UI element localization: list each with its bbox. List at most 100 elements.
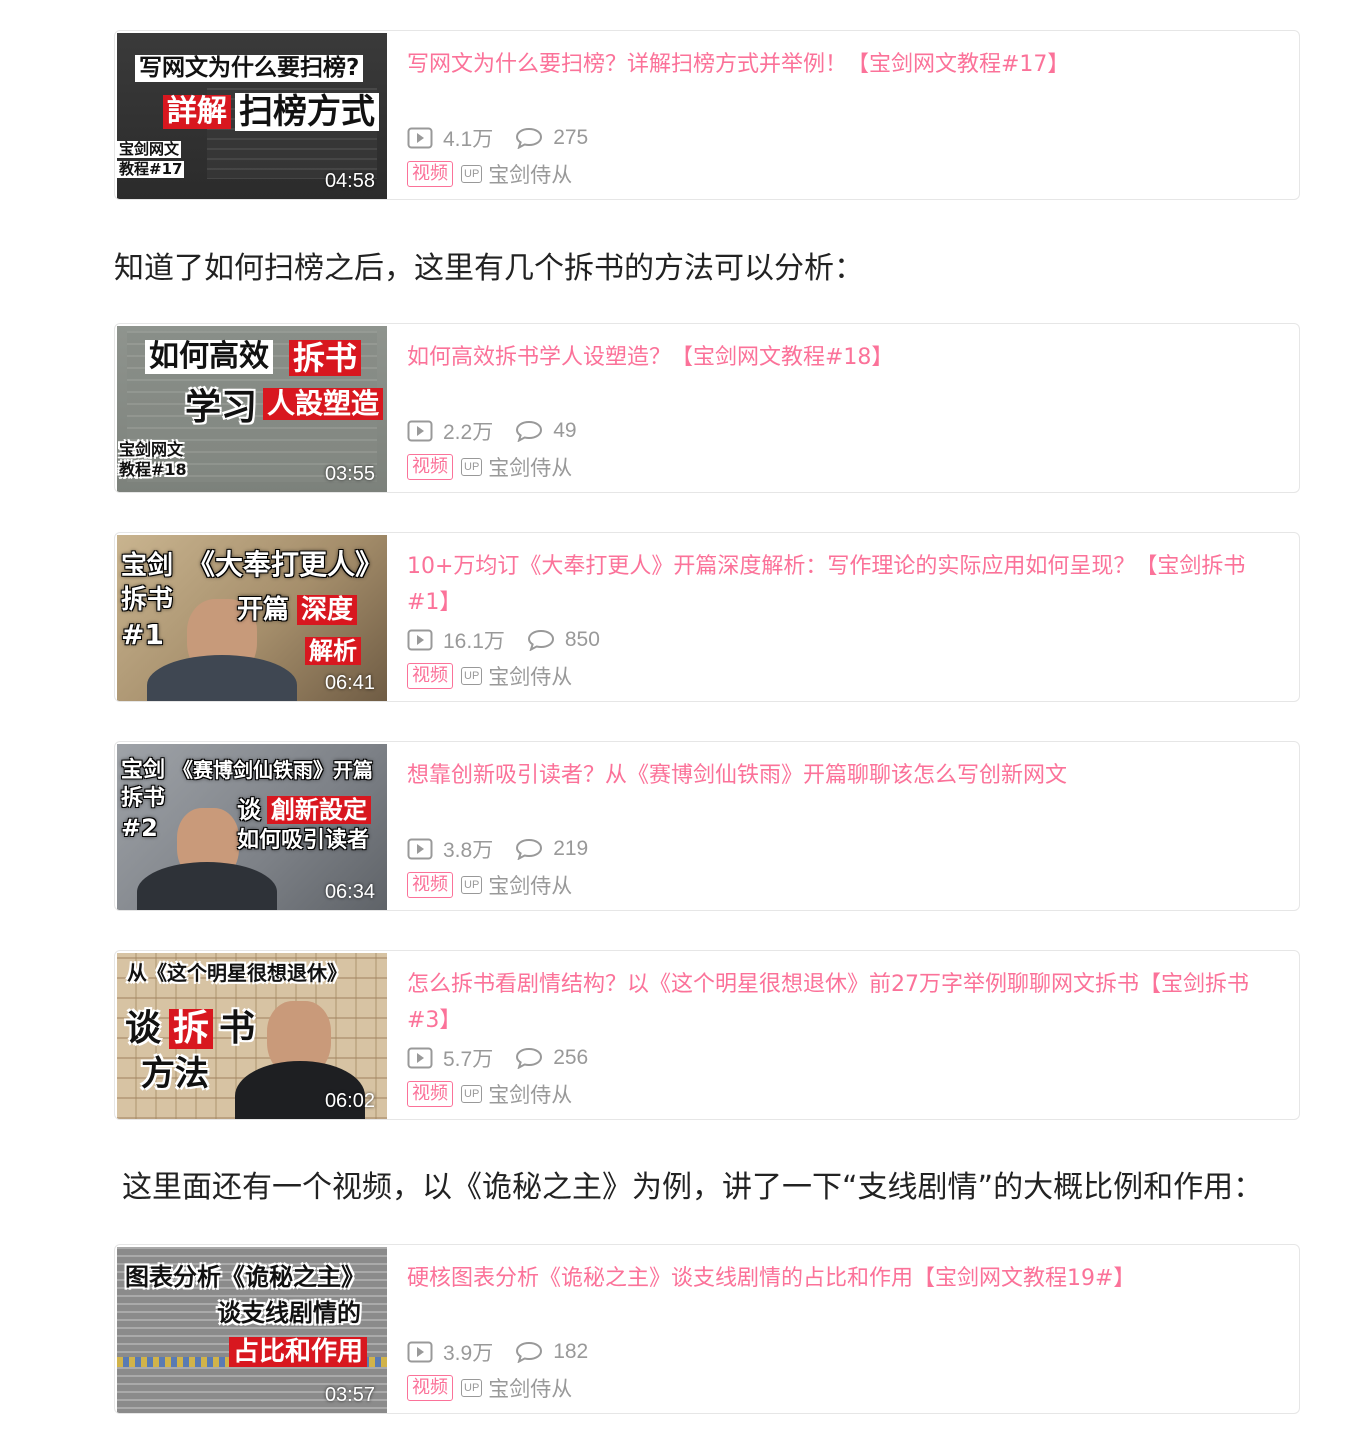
play-count-icon — [407, 420, 433, 442]
thumbnail-text: 拆书 — [289, 340, 362, 376]
author-link[interactable]: 宝剑侍从 — [488, 661, 572, 691]
paragraph-text: 知道了如何扫榜之后，这里有几个拆书的方法可以分析： — [114, 251, 864, 286]
video-card[interactable]: 宝剑 拆书 #1 《大奉打更人》 开篇 深度 解析 06:41 10+万均订《大… — [114, 532, 1300, 702]
thumbnail-text: 占比和作用 — [229, 1337, 368, 1367]
up-badge-icon: UP — [461, 667, 483, 685]
thumbnail-text: #2 — [121, 814, 158, 842]
author-link[interactable]: 宝剑侍从 — [488, 870, 572, 900]
thumbnail-series: 教程#18 — [119, 460, 187, 479]
video-tag: 视频 — [407, 1375, 453, 1401]
video-thumbnail[interactable]: 宝剑 《赛博剑仙铁雨》开篇 拆书 #2 谈 創新設定 如何吸引读者 06:34 — [117, 744, 387, 910]
view-count: 3.8万 — [443, 839, 494, 862]
video-card[interactable]: 从《这个明星很想退休》 谈 拆 书 方法 06:02 怎么拆书看剧情结构？以《这… — [114, 950, 1300, 1120]
thumbnail-text: 谈 — [125, 1008, 162, 1049]
comment-icon — [527, 629, 554, 651]
thumbnail-text: 宝剑 — [121, 758, 166, 783]
video-stats: 5.7万 256 — [407, 1043, 610, 1073]
thumbnail-text: 开篇 — [237, 595, 290, 625]
thumbnail-text: 书 — [219, 1008, 256, 1049]
comment-icon — [516, 1341, 543, 1363]
video-duration: 06:41 — [324, 672, 375, 694]
up-badge-icon: UP — [461, 876, 483, 894]
up-badge-icon: UP — [461, 458, 483, 476]
comment-icon — [516, 1047, 543, 1069]
video-thumbnail[interactable]: 宝剑 拆书 #1 《大奉打更人》 开篇 深度 解析 06:41 — [117, 535, 387, 701]
video-stats: 16.1万 850 — [407, 625, 622, 655]
up-badge-icon: UP — [461, 1085, 483, 1103]
author-link[interactable]: 宝剑侍从 — [488, 452, 572, 482]
video-thumbnail[interactable]: 从《这个明星很想退休》 谈 拆 书 方法 06:02 — [117, 953, 387, 1119]
view-count: 2.2万 — [443, 421, 494, 444]
video-stats: 3.8万 219 — [407, 834, 610, 864]
thumbnail-text: 拆书 — [121, 786, 166, 811]
thumbnail-text: 解析 — [305, 637, 361, 665]
comment-count: 219 — [553, 837, 589, 860]
up-badge-icon: UP — [461, 1379, 483, 1397]
video-thumbnail[interactable]: 图表分析《诡秘之主》 谈支线剧情的 占比和作用 03:57 — [117, 1247, 387, 1413]
comment-icon — [516, 420, 543, 442]
video-duration: 03:57 — [324, 1384, 375, 1406]
thumbnail-text: 如何吸引读者 — [237, 828, 370, 853]
comment-icon — [516, 127, 543, 149]
comment-count: 49 — [553, 419, 577, 442]
thumbnail-text: 《大奉打更人》 — [187, 548, 384, 581]
thumbnail-text: 人設塑造 — [263, 388, 384, 420]
comment-count: 275 — [553, 126, 589, 149]
comment-icon — [516, 838, 543, 860]
video-tag: 视频 — [407, 454, 453, 480]
play-count-icon — [407, 1341, 433, 1363]
thumbnail-headline: 图表分析《诡秘之主》 — [125, 1263, 365, 1291]
video-title-link[interactable]: 写网文为什么要扫榜？详解扫榜方式并举例！【宝剑网文教程#17】 — [407, 47, 1279, 83]
video-tag: 视频 — [407, 872, 453, 898]
thumbnail-text: 拆 — [169, 1009, 214, 1049]
thumbnail-text: 詳解 — [163, 95, 231, 129]
thumbnail-text: 如何高效 — [145, 340, 273, 374]
thumbnail-text: 扫榜方式 — [235, 93, 379, 131]
up-badge-icon: UP — [461, 165, 483, 183]
video-title-link[interactable]: 怎么拆书看剧情结构？以《这个明星很想退休》前27万字举例聊聊网文拆书【宝剑拆书#… — [407, 967, 1279, 1039]
thumbnail-series: 宝剑网文 — [119, 440, 184, 459]
play-count-icon — [407, 838, 433, 860]
video-tag: 视频 — [407, 161, 453, 187]
view-count: 5.7万 — [443, 1048, 494, 1071]
thumbnail-series: 宝剑网文 — [117, 140, 182, 158]
author-link[interactable]: 宝剑侍从 — [488, 1079, 572, 1109]
video-thumbnail[interactable]: 如何高效 拆书 学习 人設塑造 宝剑网文 教程#18 03:55 — [117, 326, 387, 492]
video-title-link[interactable]: 硬核图表分析《诡秘之主》谈支线剧情的占比和作用【宝剑网文教程19#】 — [407, 1261, 1279, 1297]
thumbnail-text: #1 — [121, 618, 164, 651]
video-title-link[interactable]: 想靠创新吸引读者？从《赛博剑仙铁雨》开篇聊聊该怎么写创新网文 — [407, 758, 1279, 794]
thumbnail-text: 創新設定 — [267, 796, 371, 824]
video-thumbnail[interactable]: 写网文为什么要扫榜? 詳解 扫榜方式 宝剑网文 教程#17 04:58 — [117, 33, 387, 199]
video-duration: 03:55 — [324, 463, 375, 485]
comment-count: 182 — [553, 1340, 589, 1363]
thumbnail-text: 深度 — [297, 595, 358, 625]
video-card[interactable]: 写网文为什么要扫榜? 詳解 扫榜方式 宝剑网文 教程#17 04:58 写网文为… — [114, 30, 1300, 200]
video-title-link[interactable]: 如何高效拆书学人设塑造？【宝剑网文教程#18】 — [407, 340, 1279, 376]
video-card[interactable]: 宝剑 《赛博剑仙铁雨》开篇 拆书 #2 谈 創新設定 如何吸引读者 06:34 … — [114, 741, 1300, 911]
video-tag: 视频 — [407, 1081, 453, 1107]
author-link[interactable]: 宝剑侍从 — [488, 1373, 572, 1403]
paragraph-text: 这里面还有一个视频，以《诡秘之主》为例，讲了一下“支线剧情”的大概比例和作用： — [122, 1170, 1264, 1205]
play-count-icon — [407, 1047, 433, 1069]
view-count: 16.1万 — [443, 630, 505, 653]
video-card[interactable]: 如何高效 拆书 学习 人設塑造 宝剑网文 教程#18 03:55 如何高效拆书学… — [114, 323, 1300, 493]
video-duration: 06:02 — [324, 1090, 375, 1112]
thumbnail-series: 教程#17 — [117, 160, 185, 178]
thumbnail-text: 学习 — [185, 387, 258, 428]
video-card[interactable]: 图表分析《诡秘之主》 谈支线剧情的 占比和作用 03:57 硬核图表分析《诡秘之… — [114, 1244, 1300, 1414]
comment-count: 256 — [553, 1046, 589, 1069]
thumbnail-text: 谈 — [237, 796, 261, 824]
play-count-icon — [407, 127, 433, 149]
thumbnail-text: 拆书 — [121, 585, 174, 615]
video-title-link[interactable]: 10+万均订《大奉打更人》开篇深度解析：写作理论的实际应用如何呈现？【宝剑拆书#… — [407, 549, 1279, 621]
video-tag: 视频 — [407, 663, 453, 689]
thumbnail-text: 方法 — [141, 1054, 209, 1094]
author-link[interactable]: 宝剑侍从 — [488, 159, 572, 189]
video-stats: 4.1万 275 — [407, 123, 610, 153]
video-duration: 04:58 — [324, 170, 375, 192]
video-stats: 3.9万 182 — [407, 1337, 610, 1367]
view-count: 4.1万 — [443, 128, 494, 151]
video-duration: 06:34 — [324, 881, 375, 903]
thumbnail-text: 《赛博剑仙铁雨》开篇 — [173, 758, 373, 782]
video-stats: 2.2万 49 — [407, 416, 599, 446]
